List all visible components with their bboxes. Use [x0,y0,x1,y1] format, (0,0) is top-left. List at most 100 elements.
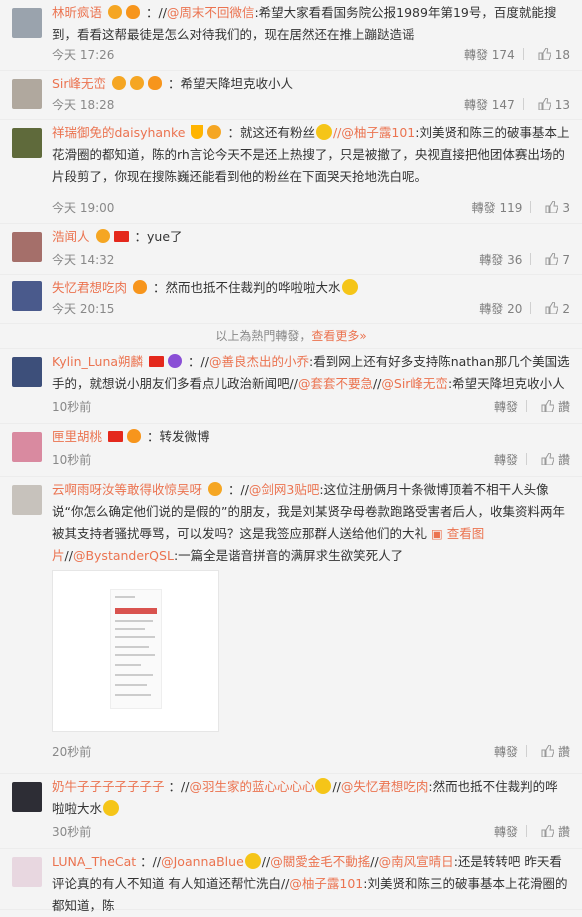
avatar[interactable] [12,79,42,109]
thumb-up-icon [541,745,554,757]
avatar[interactable] [12,485,42,515]
thumb-up-icon [545,201,559,213]
thumb-up-icon [538,98,551,110]
like-button[interactable]: 7 [545,250,570,270]
avatar[interactable] [12,281,42,311]
china-flag-icon [108,431,123,442]
mention-link[interactable]: @失忆君想吃肉 [341,779,429,794]
list-item: 云啊雨呀汝等敢得收惊吴呀 ：//@剑网3贴吧:这位注册俩月十条微博顶着不相干人头… [0,477,582,774]
like-count: 讚 [557,453,570,467]
flame-badge-icon [126,5,140,19]
emoji-icon [103,800,120,816]
username-link[interactable]: 匣里胡桃 [52,429,102,444]
comment-text: 然而也抵不住裁判的哗啦啦大水 [165,280,341,295]
avatar[interactable] [12,232,42,262]
like-button[interactable]: 讚 [541,397,570,417]
like-count: 讚 [557,825,570,839]
attached-image[interactable] [52,570,219,732]
mention-link[interactable]: @BystanderQSL [73,548,174,563]
list-item: 林昕疯语 ：//@周末不回微信:希望大家看看国务院公报1989年第19号，百度就… [0,0,582,71]
emoji-icon [244,853,261,869]
like-button[interactable]: 3 [545,198,570,218]
repost-button[interactable]: 轉發 174 [464,45,515,65]
timestamp: 10秒前 [52,453,92,467]
like-count: 7 [562,253,570,267]
username-link[interactable]: Sir峰无峦 [52,76,106,91]
like-count: 18 [554,48,570,62]
username-link[interactable]: 失忆君想吃肉 [52,280,127,295]
verified-badge-icon [191,125,204,139]
comment-text: ：// [227,482,249,497]
username-link[interactable]: 祥瑞御免的daisyhanke [52,125,185,140]
timestamp: 今天 17:26 [52,48,115,62]
list-item: Sir峰无峦 ：希望天降坦克收小人 今天 18:28 轉發 147 13 [0,71,582,120]
repost-button[interactable]: 轉發 [494,742,518,762]
comment-text: ：就这还有粉丝 [227,125,315,140]
timestamp: 30秒前 [52,825,92,839]
comment-text: // [332,779,341,794]
repost-button[interactable]: 轉發 147 [464,95,515,115]
repost-button[interactable]: 轉發 [494,822,518,842]
mention-link[interactable]: @柚子露101 [289,876,363,891]
thumb-up-icon [541,400,554,412]
mention-link[interactable]: @關愛金毛不動搖 [270,854,370,869]
avatar[interactable] [12,432,42,462]
mention-link[interactable]: @羽生家的蓝心心心心 [189,779,314,794]
avatar[interactable] [12,128,42,158]
mention-link[interactable]: @JoannaBlue [161,854,244,869]
china-flag-icon [113,231,129,242]
mention-link[interactable]: @套套不要急 [298,376,373,391]
like-button[interactable]: 讚 [541,822,570,842]
comment-text: // [261,854,271,869]
like-count: 讚 [557,400,570,414]
hot-divider: 以上為熱門轉發，查看更多» [0,324,582,349]
china-flag-icon [149,356,165,367]
repost-list: 林昕疯语 ：//@周末不回微信:希望大家看看国务院公报1989年第19号，百度就… [0,0,582,913]
emoji-icon [341,279,358,295]
like-count: 13 [554,98,570,112]
mention-link[interactable]: @周末不回微信 [167,5,255,20]
comment-text: ：// [168,779,190,794]
repost-button[interactable]: 轉發 36 [479,250,522,270]
mention-link[interactable]: @剑网3贴吧 [249,482,319,497]
comment-text: ：// [145,5,167,20]
like-count: 讚 [557,745,570,759]
avatar[interactable] [12,8,42,38]
mention-link[interactable]: @善良杰出的小乔 [209,354,309,369]
repost-button[interactable]: 轉發 [494,397,518,417]
username-link[interactable]: Kylin_Luna朔麟 [52,354,143,369]
like-button[interactable]: 18 [538,45,570,65]
username-link[interactable]: 云啊雨呀汝等敢得收惊吴呀 [52,482,202,497]
username-link[interactable]: 奶牛子子子子子子子 [52,779,165,794]
like-button[interactable]: 2 [545,299,570,319]
vip-badge-icon [108,5,122,19]
repost-button[interactable]: 轉發 119 [472,198,523,218]
see-more-link[interactable]: 查看更多» [311,329,366,343]
username-link[interactable]: LUNA_TheCat [52,854,136,869]
mention-link[interactable]: //@柚子露101 [333,125,415,140]
comment-text: 转发微博 [159,429,210,444]
comment-text: :希望天降坦克收小人 [447,376,565,391]
vip-badge-icon [208,482,222,496]
repost-button[interactable]: 轉發 20 [479,299,522,319]
avatar[interactable] [12,357,42,387]
flame-badge-icon [133,280,147,294]
thumb-up-icon [538,48,551,60]
thumb-up-icon [541,825,554,837]
repost-button[interactable]: 轉發 [494,450,518,470]
like-count: 3 [562,201,570,215]
comment-text: ： [146,429,160,444]
like-button[interactable]: 讚 [541,742,570,762]
mention-link[interactable]: @南风宣晴日 [379,854,454,869]
avatar[interactable] [12,782,42,812]
avatar[interactable] [12,857,42,887]
username-link[interactable]: 浩闻人 [52,229,90,244]
like-button[interactable]: 13 [538,95,570,115]
vip-badge-icon [130,76,145,90]
mention-link[interactable]: @Sir峰无峦 [381,376,448,391]
comment-text: // [370,854,379,869]
like-button[interactable]: 讚 [541,450,570,470]
username-link[interactable]: 林昕疯语 [52,5,102,20]
list-item: 浩闻人 ：yue了 今天 14:32 轉發 36 7 [0,224,582,275]
list-item: Kylin_Luna朔麟 ：//@善良杰出的小乔:看到网上还有好多支持陈nath… [0,349,582,424]
